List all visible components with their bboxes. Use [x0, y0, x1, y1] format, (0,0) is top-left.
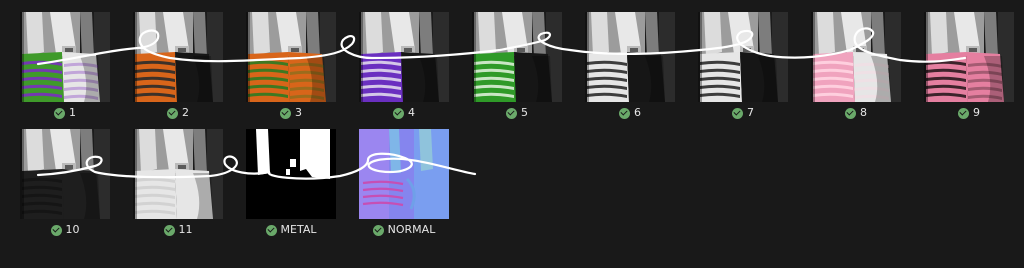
sync-check-icon	[845, 107, 856, 119]
thumbnail-item[interactable]: 3	[246, 12, 336, 124]
thumbnail-image[interactable]	[359, 12, 449, 102]
texture-preview	[698, 12, 788, 102]
thumbnail-item[interactable]: NORMAL	[359, 129, 449, 241]
texture-gallery: 1 2 3 4 5 6 7 8 9 10 11 METAL NORMAL	[0, 0, 1024, 268]
thumbnail-image[interactable]	[359, 129, 449, 219]
thumbnail-label: 11	[178, 223, 193, 236]
thumbnail-caption: 2	[133, 105, 223, 121]
texture-preview	[472, 12, 562, 102]
metal-map-preview	[246, 129, 336, 219]
thumbnail-label: 1	[69, 106, 76, 119]
thumbnail-item[interactable]: 2	[133, 12, 223, 124]
thumbnail-caption: 3	[246, 105, 336, 121]
thumbnail-image[interactable]	[472, 12, 562, 102]
thumbnail-label: METAL	[280, 223, 317, 236]
thumbnail-label: 6	[634, 106, 641, 119]
thumbnail-caption: 6	[585, 105, 675, 121]
sync-check-icon	[163, 224, 175, 236]
sync-check-icon	[732, 107, 743, 119]
thumbnail-image[interactable]	[811, 12, 901, 102]
sync-check-icon	[265, 224, 277, 236]
thumbnail-label: 10	[65, 223, 80, 236]
thumbnail-caption: 5	[472, 105, 562, 121]
thumbnail-caption: 10	[20, 222, 110, 238]
thumbnail-image[interactable]	[246, 12, 336, 102]
texture-preview	[20, 129, 110, 219]
thumbnail-label: 3	[295, 106, 302, 119]
texture-preview	[585, 12, 675, 102]
texture-preview	[133, 12, 223, 102]
normal-map-preview	[359, 129, 449, 219]
texture-preview	[924, 12, 1014, 102]
thumbnail-image[interactable]	[698, 12, 788, 102]
sync-check-icon	[167, 107, 178, 119]
sync-check-icon	[280, 107, 291, 119]
thumbnail-item[interactable]: 7	[698, 12, 788, 124]
thumbnail-caption: 4	[359, 105, 449, 121]
thumbnail-item[interactable]: METAL	[246, 129, 336, 241]
thumbnail-item[interactable]: 1	[20, 12, 110, 124]
sync-check-icon	[54, 107, 65, 119]
thumbnail-caption: METAL	[246, 222, 336, 238]
thumbnail-caption: 11	[133, 222, 223, 238]
thumbnail-label: 4	[408, 106, 415, 119]
sync-check-icon	[619, 107, 630, 119]
texture-preview	[20, 12, 110, 102]
thumbnail-image[interactable]	[924, 12, 1014, 102]
thumbnail-image[interactable]	[585, 12, 675, 102]
thumbnail-item[interactable]: 11	[133, 129, 223, 241]
thumbnail-item[interactable]: 10	[20, 129, 110, 241]
texture-preview	[133, 129, 223, 219]
thumbnail-caption: NORMAL	[359, 222, 449, 238]
thumbnail-caption: 1	[20, 105, 110, 121]
sync-check-icon	[958, 107, 969, 119]
thumbnail-item[interactable]: 8	[811, 12, 901, 124]
sync-check-icon	[50, 224, 62, 236]
thumbnail-image[interactable]	[246, 129, 336, 219]
thumbnail-image[interactable]	[133, 129, 223, 219]
thumbnail-caption: 8	[811, 105, 901, 121]
sync-check-icon	[372, 224, 384, 236]
texture-preview	[811, 12, 901, 102]
thumbnail-caption: 7	[698, 105, 788, 121]
thumbnail-item[interactable]: 6	[585, 12, 675, 124]
thumbnail-label: 2	[182, 106, 189, 119]
texture-preview	[246, 12, 336, 102]
thumbnail-label: 5	[521, 106, 528, 119]
thumbnail-label: 7	[747, 106, 754, 119]
texture-preview	[359, 12, 449, 102]
thumbnail-label: NORMAL	[387, 223, 436, 236]
thumbnail-item[interactable]: 9	[924, 12, 1014, 124]
sync-check-icon	[506, 107, 517, 119]
thumbnail-image[interactable]	[133, 12, 223, 102]
thumbnail-item[interactable]: 5	[472, 12, 562, 124]
thumbnail-item[interactable]: 4	[359, 12, 449, 124]
thumbnail-image[interactable]	[20, 12, 110, 102]
thumbnail-label: 8	[860, 106, 867, 119]
thumbnail-image[interactable]	[20, 129, 110, 219]
thumbnail-caption: 9	[924, 105, 1014, 121]
sync-check-icon	[393, 107, 404, 119]
thumbnail-label: 9	[973, 106, 980, 119]
